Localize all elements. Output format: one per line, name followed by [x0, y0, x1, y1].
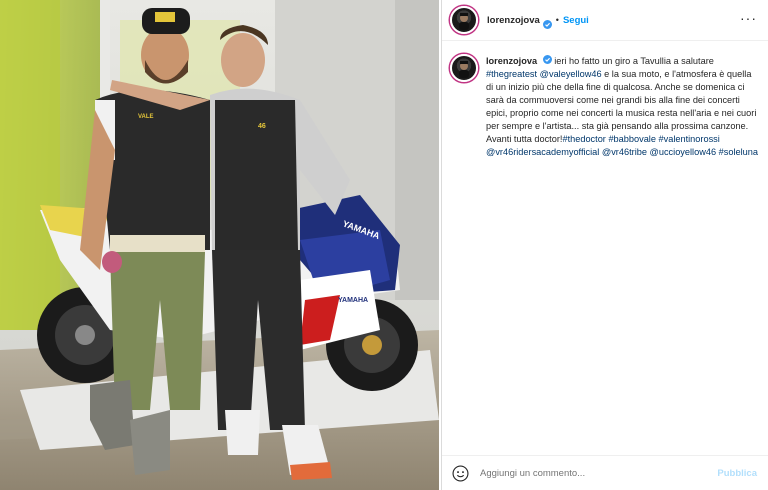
avatar[interactable] — [450, 6, 478, 34]
caption-text-segment: ieri ho fatto un giro a Tavullia a salut… — [554, 56, 714, 66]
hashtag-link[interactable]: #valentinorossi — [659, 134, 720, 144]
publish-button[interactable]: Pubblica — [717, 468, 757, 479]
hashtag-link[interactable]: #soleluna — [719, 147, 758, 157]
svg-text:46: 46 — [258, 123, 266, 130]
instagram-post: YAMAHA YAMAHA 46 VALE lorenzojova • Segu… — [0, 0, 768, 490]
header-username[interactable]: lorenzojova — [487, 15, 540, 26]
mention-link[interactable]: @vr46ridersacademyofficial — [486, 147, 599, 157]
hashtag-link[interactable]: #thegreatest — [486, 69, 537, 79]
caption-username[interactable]: lorenzojova — [486, 56, 537, 66]
comment-bar: Pubblica — [442, 455, 768, 490]
separator-dot: • — [555, 15, 559, 25]
caption-text: lorenzojova ieri ho fatto un giro a Tavu… — [486, 55, 761, 159]
svg-text:VALE: VALE — [138, 114, 154, 120]
emoji-icon[interactable] — [452, 464, 469, 482]
verified-badge-icon — [542, 55, 552, 64]
post-header: lorenzojova • Segui ··· — [442, 0, 768, 41]
post-photo-illustration: YAMAHA YAMAHA 46 VALE — [0, 0, 439, 490]
comment-input[interactable] — [478, 466, 682, 480]
more-options-icon[interactable]: ··· — [740, 11, 757, 25]
caption-body: ieri ho fatto un giro a Tavullia a salut… — [486, 56, 758, 157]
avatar-image — [459, 61, 469, 78]
hashtag-link[interactable]: #babbovale — [608, 134, 656, 144]
post-side-panel: lorenzojova • Segui ··· lorenzojova ieri… — [441, 0, 768, 490]
post-photo[interactable]: YAMAHA YAMAHA 46 VALE — [0, 0, 439, 490]
caption-text-segment: e la sua moto, e l'atmosfera è quella di… — [486, 69, 757, 144]
caption-avatar[interactable] — [450, 54, 478, 82]
mention-link[interactable]: @uccioyellow46 — [650, 147, 717, 157]
post-caption: lorenzojova ieri ho fatto un giro a Tavu… — [442, 48, 768, 159]
follow-button[interactable]: Segui — [563, 15, 589, 26]
avatar-image — [459, 13, 469, 30]
svg-text:YAMAHA: YAMAHA — [338, 297, 368, 304]
verified-badge-icon — [542, 16, 552, 29]
mention-link[interactable]: @valeyellow46 — [540, 69, 602, 79]
hashtag-link[interactable]: #thedoctor — [562, 134, 605, 144]
mention-link[interactable]: @vr46tribe — [602, 147, 647, 157]
